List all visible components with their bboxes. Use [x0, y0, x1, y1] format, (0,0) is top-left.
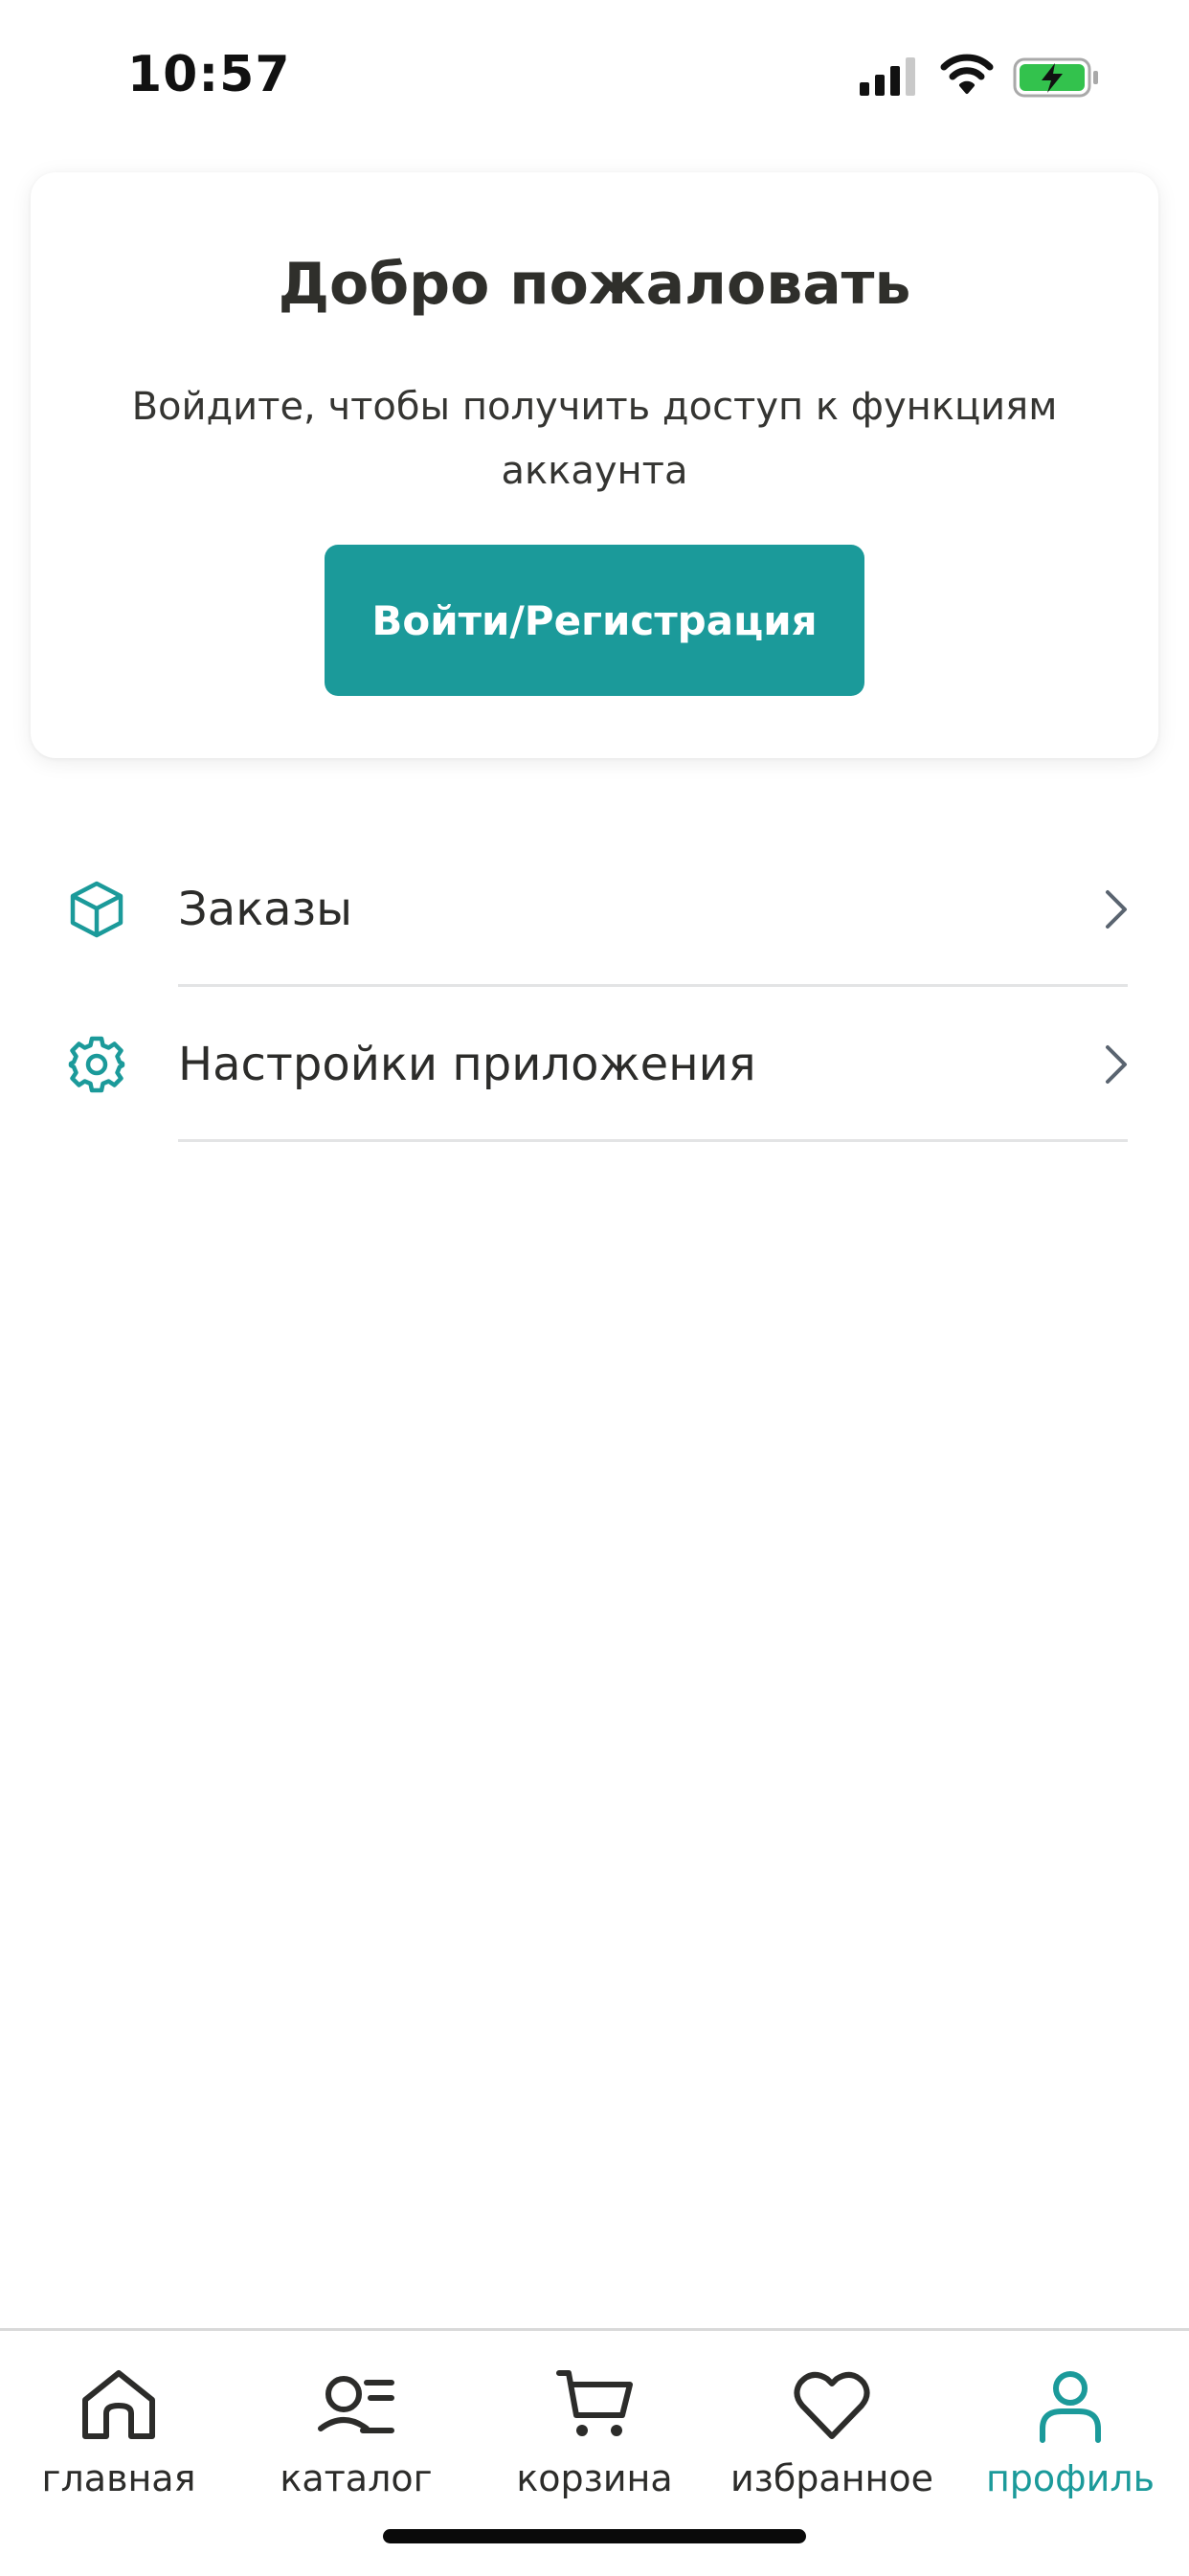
tab-label: главная [41, 2457, 196, 2499]
divider [178, 1139, 1128, 1142]
gear-icon [68, 1036, 125, 1093]
catalog-icon [318, 2376, 394, 2433]
tab-favorites[interactable]: избранное [713, 2331, 951, 2522]
tab-label: каталог [280, 2457, 433, 2499]
chevron-right-icon [1106, 1045, 1127, 1084]
menu-item-label: Заказы [178, 883, 353, 936]
status-time: 10:57 [127, 46, 291, 103]
login-register-button[interactable]: Войти/Регистрация [325, 545, 864, 696]
cart-icon [556, 2370, 633, 2436]
menu-item-label: Настройки приложения [178, 1038, 756, 1091]
home-icon [82, 2370, 155, 2439]
status-icons [860, 54, 1109, 103]
tab-profile[interactable]: профиль [952, 2331, 1189, 2522]
wifi-icon [940, 54, 994, 94]
battery-charging-icon [1013, 57, 1098, 98]
welcome-subtitle: Войдите, чтобы получить доступ к функция… [131, 385, 1058, 493]
welcome-card: Добро пожаловать Войдите, чтобы получить… [31, 172, 1158, 758]
user-icon [1040, 2371, 1101, 2443]
tab-label: избранное [729, 2457, 934, 2499]
menu-item-app-settings[interactable]: Настройки приложения [0, 987, 1189, 1142]
tab-catalog[interactable]: каталог [237, 2331, 475, 2522]
tab-label: профиль [985, 2457, 1155, 2499]
heart-icon [794, 2371, 870, 2439]
package-icon [70, 881, 123, 938]
tab-label: корзина [516, 2457, 673, 2499]
tab-cart[interactable]: корзина [476, 2331, 713, 2522]
menu-item-orders[interactable]: Заказы [0, 832, 1189, 987]
signal-icon [860, 57, 915, 96]
tab-home[interactable]: главная [0, 2331, 237, 2522]
welcome-title: Добро пожаловать [278, 251, 911, 318]
status-bar: 10:57 [0, 0, 1189, 158]
chevron-right-icon [1106, 890, 1127, 929]
home-indicator [383, 2529, 806, 2543]
